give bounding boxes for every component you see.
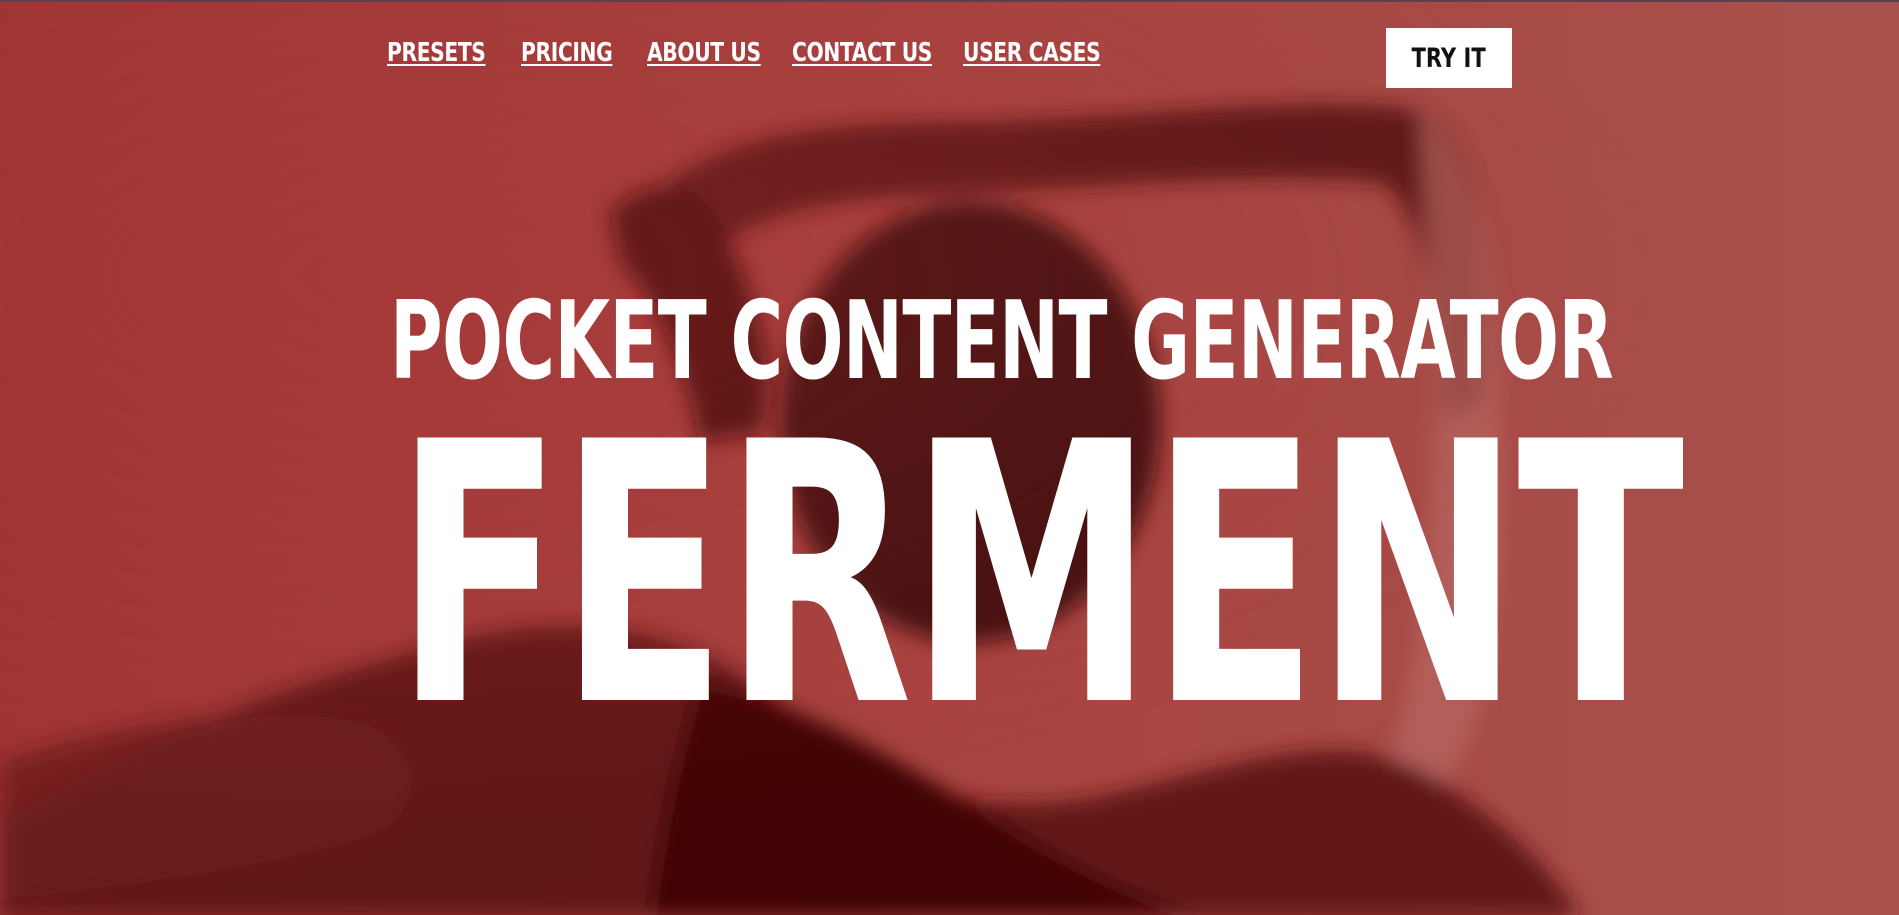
nav-link-pricing[interactable]: PRICING	[521, 38, 613, 68]
nav-item-contact-us-wrap: CONTACT US	[792, 38, 932, 68]
hero-title: FERMENT	[395, 366, 1684, 785]
try-it-button-label: TRY IT	[1411, 42, 1487, 74]
nav-link-contact-us[interactable]: CONTACT US	[792, 38, 932, 68]
nav-link-user-cases[interactable]: USER CASES	[963, 38, 1101, 68]
nav-item-about-us-wrap: ABOUT US	[647, 38, 761, 68]
nav-link-presets[interactable]: PRESETS	[387, 38, 486, 68]
nav-link-about-us[interactable]: ABOUT US	[647, 38, 761, 68]
try-it-button[interactable]: TRY IT	[1386, 28, 1512, 88]
nav-item-pricing-wrap: PRICING	[521, 38, 613, 68]
hero-section: PRESETS PRICING ABOUT US CONTACT US USER…	[0, 0, 1899, 915]
nav-item-user-cases-wrap: USER CASES	[963, 38, 1101, 68]
top-navigation: PRESETS PRICING ABOUT US CONTACT US USER…	[387, 38, 1101, 68]
nav-item-presets-wrap: PRESETS	[387, 38, 486, 68]
